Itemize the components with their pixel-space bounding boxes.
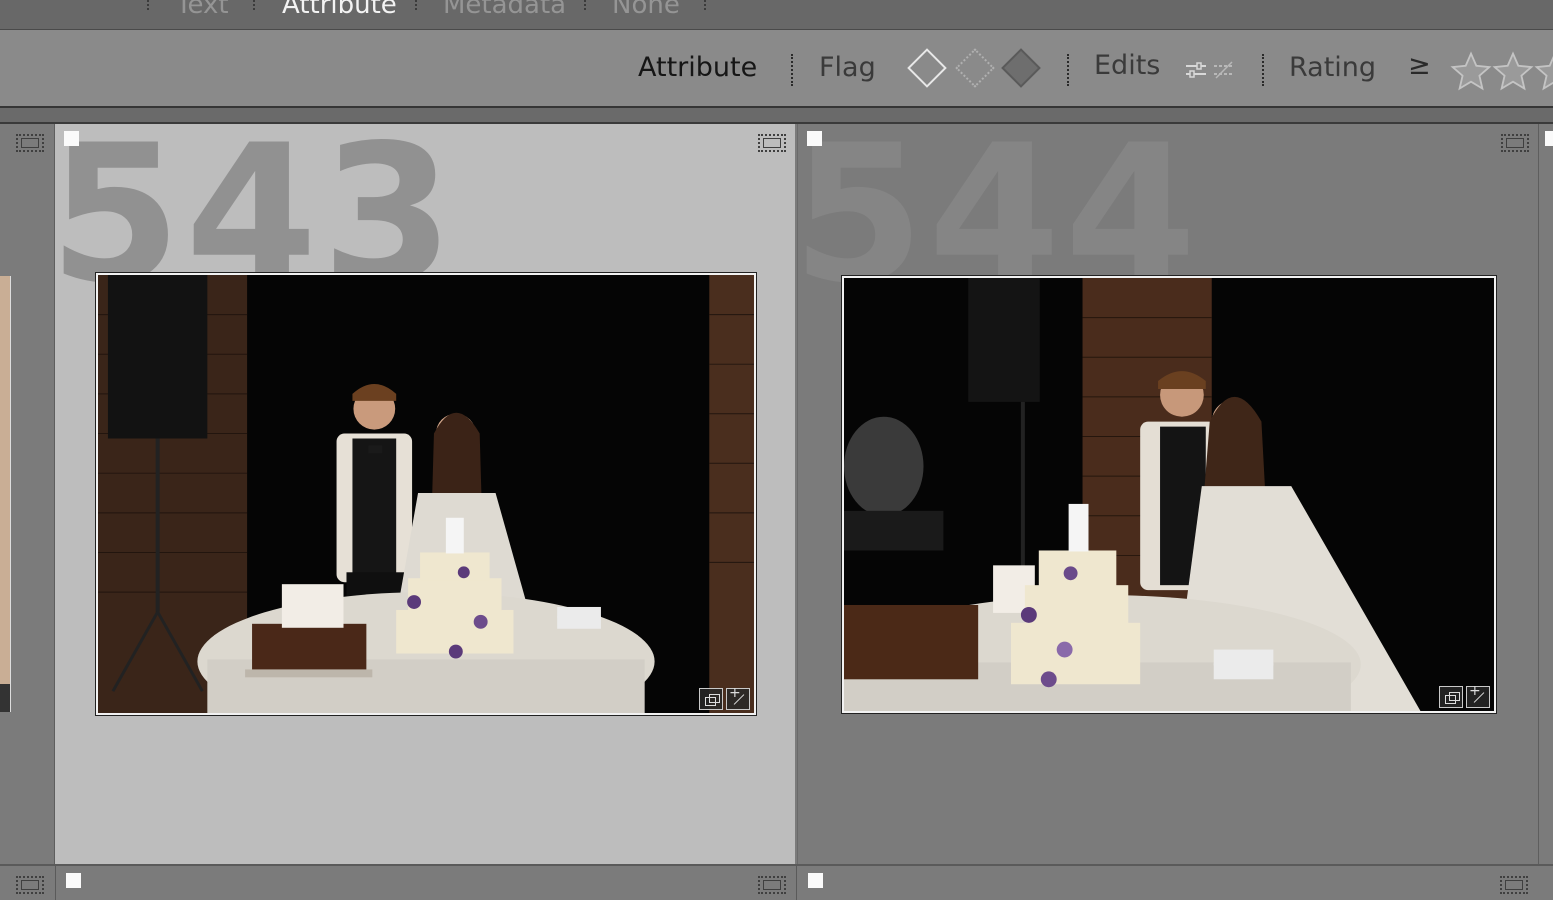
- grid-cell[interactable]: 544: [792, 120, 1538, 864]
- edits-label: Edits: [1094, 50, 1161, 81]
- tab-separator: [147, 0, 149, 10]
- edited-icon[interactable]: [1184, 58, 1208, 82]
- rating-operator[interactable]: ≥: [1408, 50, 1431, 81]
- flag-picked-icon[interactable]: [907, 48, 947, 88]
- badge-frame-icon: [16, 876, 44, 894]
- filter-tab-bar: Text Attribute Metadata None: [0, 0, 1553, 30]
- grid-row-next: [0, 864, 1553, 900]
- tab-separator: [253, 0, 255, 10]
- photo-image: [844, 278, 1494, 711]
- photo-badges: [1439, 683, 1490, 708]
- tab-text[interactable]: Text: [176, 0, 229, 20]
- develop-settings-icon[interactable]: [1466, 683, 1490, 708]
- tab-separator: [415, 0, 417, 10]
- tab-none[interactable]: None: [612, 0, 680, 20]
- virtual-copy-icon[interactable]: [699, 688, 723, 710]
- photo-badges: [699, 685, 750, 710]
- cell-divider: [796, 866, 797, 900]
- badge-frame-icon: [1500, 876, 1528, 894]
- badge-frame-icon: [758, 876, 786, 894]
- unedited-icon[interactable]: [1212, 58, 1236, 82]
- flag-rejected-icon[interactable]: [1001, 48, 1041, 88]
- bar-divider: [0, 108, 1553, 124]
- photo-thumbnail[interactable]: [841, 275, 1497, 714]
- rating-label: Rating: [1289, 52, 1377, 83]
- tab-separator: [584, 0, 586, 10]
- badge-frame-icon: [16, 134, 44, 152]
- flag-unflagged-icon[interactable]: [955, 48, 995, 88]
- flag-pick-icon[interactable]: [807, 131, 822, 146]
- tab-attribute[interactable]: Attribute: [282, 0, 397, 20]
- star-icon[interactable]: [1491, 50, 1535, 94]
- star-icon[interactable]: [1449, 50, 1493, 94]
- badge-frame-icon: [758, 134, 786, 152]
- photo-thumbnail[interactable]: [95, 272, 757, 716]
- bar-separator: [1067, 54, 1069, 86]
- star-icon[interactable]: [1533, 50, 1553, 94]
- virtual-copy-icon[interactable]: [1439, 686, 1463, 708]
- flag-label: Flag: [819, 52, 876, 83]
- flag-pick-icon[interactable]: [808, 873, 823, 888]
- attribute-title: Attribute: [638, 52, 758, 83]
- flag-pick-icon[interactable]: [66, 873, 81, 888]
- tab-separator: [704, 0, 706, 10]
- grid-cell-partial-right[interactable]: [1538, 124, 1553, 864]
- cell-divider: [55, 866, 56, 900]
- grid-cell-partial-left[interactable]: [0, 124, 56, 864]
- tab-metadata[interactable]: Metadata: [443, 0, 566, 20]
- attribute-filter-bar: Attribute Flag Edits Rating ≥: [0, 30, 1553, 108]
- develop-settings-icon[interactable]: [726, 685, 750, 710]
- badge-edit-icon[interactable]: [0, 684, 10, 712]
- photo-thumbnail-edge[interactable]: [0, 276, 11, 712]
- bar-separator: [791, 54, 793, 86]
- bar-separator: [1262, 54, 1264, 86]
- badge-frame-icon: [1501, 134, 1529, 152]
- grid-cell[interactable]: 543: [49, 120, 795, 864]
- flag-pick-icon[interactable]: [64, 131, 79, 146]
- photo-image: [98, 275, 754, 713]
- flag-pick-icon[interactable]: [1545, 131, 1553, 146]
